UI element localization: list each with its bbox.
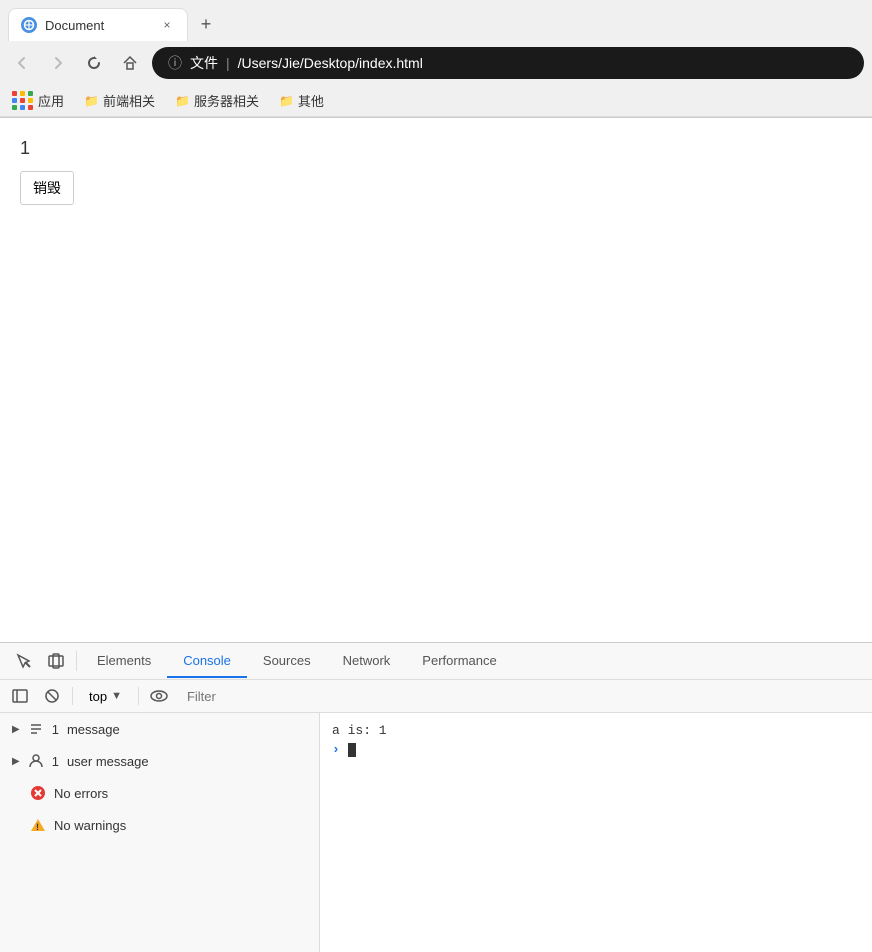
bookmark-other-label: 其他: [298, 91, 324, 110]
devtools-sidebar: ▶ 1 message ▶ 1 user message No err: [0, 713, 320, 952]
user-messages-label: user message: [67, 754, 149, 769]
bookmark-server-label: 服务器相关: [194, 91, 259, 110]
console-output: a is: 1 ›: [320, 713, 872, 952]
address-file-label: 文件: [190, 53, 218, 73]
folder-icon-3: 📁: [279, 94, 294, 108]
inspect-tool-button[interactable]: [8, 643, 40, 679]
expand-icon: ▶: [12, 724, 20, 735]
sidebar-item-messages[interactable]: ▶ 1 message: [0, 713, 319, 745]
devtools-tabs: Elements Console Sources Network Perform…: [0, 643, 872, 680]
tab-network[interactable]: Network: [327, 645, 407, 678]
messages-label: message: [67, 722, 120, 737]
bookmark-apps-label: 应用: [38, 91, 64, 110]
sidebar-item-user-messages[interactable]: ▶ 1 user message: [0, 745, 319, 777]
bookmark-apps[interactable]: 应用: [8, 89, 68, 112]
eye-button[interactable]: [147, 684, 171, 708]
bookmarks-bar: 应用 📁 前端相关 📁 服务器相关 📁 其他: [0, 85, 872, 117]
user-messages-count: 1: [52, 754, 59, 769]
page-content: 1 销毁: [0, 118, 872, 642]
tab-divider: [76, 651, 77, 671]
tab-elements[interactable]: Elements: [81, 645, 167, 678]
bookmark-frontend-label: 前端相关: [103, 91, 155, 110]
devtools-body: ▶ 1 message ▶ 1 user message No err: [0, 713, 872, 952]
folder-icon-2: 📁: [175, 94, 190, 108]
svg-text:!: !: [36, 822, 39, 832]
warning-triangle-icon: !: [30, 817, 46, 833]
destroy-button[interactable]: 销毁: [20, 171, 74, 205]
clear-console-button[interactable]: [40, 684, 64, 708]
tab-bar: Document × +: [0, 0, 872, 41]
console-cursor: [348, 743, 356, 757]
console-input-line[interactable]: ›: [332, 740, 860, 759]
errors-label: No errors: [54, 786, 108, 801]
toolbar-separator-2: [138, 687, 139, 705]
address-info-icon: ⓘ: [168, 53, 182, 73]
forward-button[interactable]: [44, 49, 72, 77]
dropdown-arrow-icon: ▼: [111, 690, 122, 702]
bookmark-server[interactable]: 📁 服务器相关: [171, 89, 263, 112]
active-tab[interactable]: Document ×: [8, 8, 188, 41]
address-input[interactable]: ⓘ 文件 | /Users/Jie/Desktop/index.html: [152, 47, 864, 79]
expand-icon-2: ▶: [12, 756, 20, 767]
console-log-text: a is: 1: [332, 723, 387, 738]
toolbar-separator: [72, 687, 73, 705]
tab-title: Document: [45, 18, 151, 33]
console-prompt: ›: [332, 742, 340, 757]
tab-sources[interactable]: Sources: [247, 645, 327, 678]
sidebar-item-warnings[interactable]: ! No warnings: [0, 809, 319, 841]
tab-favicon: [21, 17, 37, 33]
back-button[interactable]: [8, 49, 36, 77]
address-path: /Users/Jie/Desktop/index.html: [238, 55, 423, 71]
user-icon: [28, 753, 44, 769]
device-tool-button[interactable]: [40, 643, 72, 679]
tab-performance[interactable]: Performance: [406, 645, 512, 678]
tab-console[interactable]: Console: [167, 645, 247, 678]
tab-close-button[interactable]: ×: [159, 17, 175, 33]
sidebar-item-errors[interactable]: No errors: [0, 777, 319, 809]
page-number: 1: [20, 138, 852, 159]
devtools-toolbar: top ▼: [0, 680, 872, 713]
console-log-line: a is: 1: [332, 721, 860, 740]
bookmark-frontend[interactable]: 📁 前端相关: [80, 89, 159, 112]
browser-chrome: Document × + ⓘ 文件 | /Users/Jie/Desktop/i…: [0, 0, 872, 118]
home-button[interactable]: [116, 49, 144, 77]
apps-grid-icon: [12, 91, 34, 110]
context-value: top: [89, 689, 107, 704]
folder-icon: 📁: [84, 94, 99, 108]
messages-count: 1: [52, 722, 59, 737]
error-circle-icon: [30, 785, 46, 801]
reload-button[interactable]: [80, 49, 108, 77]
warnings-label: No warnings: [54, 818, 126, 833]
address-separator: |: [226, 55, 230, 71]
filter-input[interactable]: [179, 687, 864, 706]
bookmark-other[interactable]: 📁 其他: [275, 89, 328, 112]
sidebar-toggle-button[interactable]: [8, 684, 32, 708]
devtools-panel: Elements Console Sources Network Perform…: [0, 642, 872, 952]
new-tab-button[interactable]: +: [192, 11, 220, 39]
messages-icon: [28, 721, 44, 737]
context-selector[interactable]: top ▼: [81, 687, 130, 706]
address-bar: ⓘ 文件 | /Users/Jie/Desktop/index.html: [0, 41, 872, 85]
